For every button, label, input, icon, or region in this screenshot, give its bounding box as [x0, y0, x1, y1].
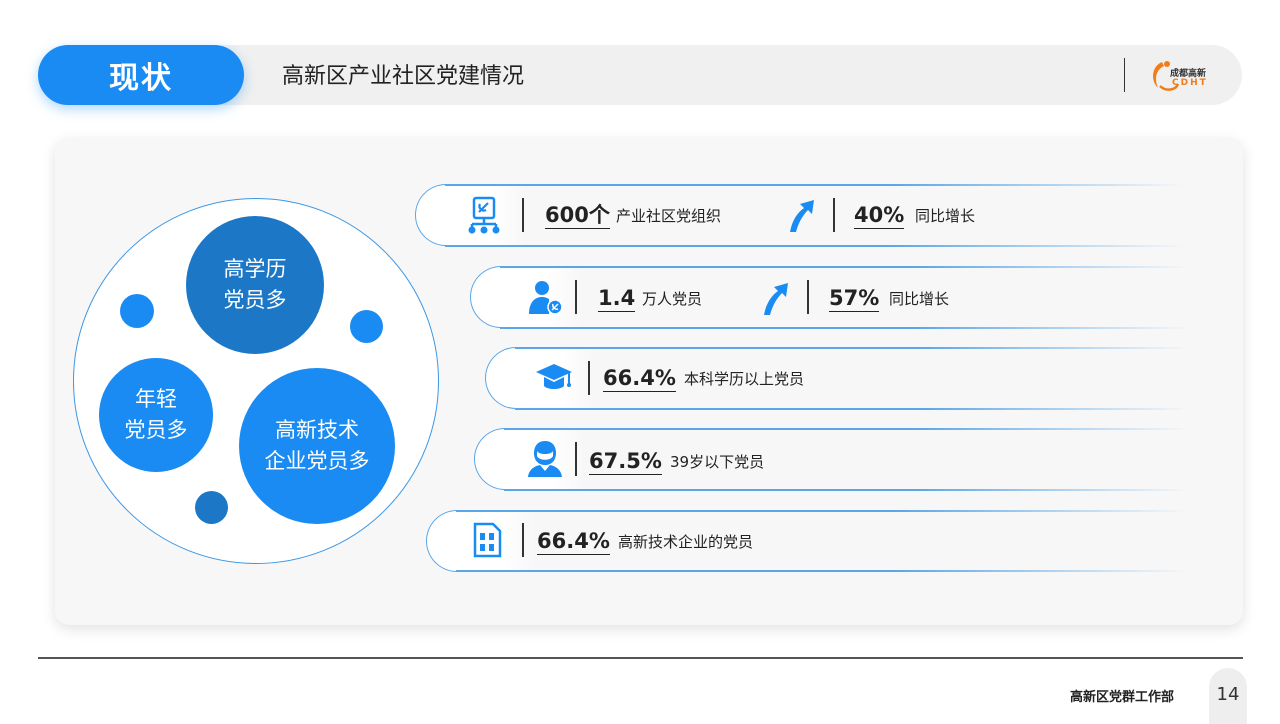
row-value: 67.5%: [589, 449, 662, 475]
row-separator: [588, 361, 590, 395]
bubble-tech-line1: 高新技术: [275, 418, 359, 442]
growth-label: 同比增长: [915, 207, 976, 225]
row-line: [515, 408, 1190, 410]
section-badge: 现状: [38, 45, 244, 105]
footer-divider: [38, 657, 1243, 659]
person-icon: [528, 441, 562, 477]
header-divider: [1124, 58, 1125, 92]
row-separator: [575, 442, 577, 476]
row-label: 产业社区党组织: [616, 207, 722, 225]
growth-value: 57%: [829, 286, 880, 312]
bubble-young: 年轻 党员多: [99, 358, 213, 472]
row-value: 600个: [545, 203, 610, 229]
small-dot: [120, 294, 154, 328]
row-separator: [833, 198, 835, 232]
row-value: 66.4%: [537, 529, 610, 555]
graduation-cap-icon: [536, 364, 572, 389]
row-line: [504, 489, 1190, 491]
row-value: 66.4%: [603, 366, 676, 392]
row-separator: [522, 523, 524, 557]
chip-icon: [473, 522, 502, 558]
bubble-young-line2: 党员多: [124, 418, 188, 442]
row-separator: [522, 198, 524, 232]
bubble-tech-line2: 企业党员多: [264, 449, 370, 473]
row-label: 本科学历以上党员: [684, 370, 805, 388]
row-line: [515, 347, 1190, 349]
small-dot: [195, 491, 228, 524]
row-line: [500, 327, 1190, 329]
bubble-education-line1: 高学历: [223, 257, 287, 281]
row-line: [456, 510, 1186, 512]
row-value: 1.4: [598, 286, 636, 312]
row-label: 39岁以下党员: [670, 453, 765, 471]
bubble-education: 高学历 党员多: [186, 216, 324, 354]
row-line: [445, 245, 1185, 247]
bubble-education-line2: 党员多: [223, 288, 287, 312]
growth-label: 同比增长: [889, 290, 950, 308]
page-title: 高新区产业社区党建情况: [282, 64, 525, 89]
growth-value: 40%: [854, 203, 905, 229]
cdht-logo: 成都高新 CDHT: [1148, 56, 1212, 94]
party-org-icon: [468, 196, 500, 234]
row-line: [445, 184, 1185, 186]
row-label: 万人党员: [642, 290, 703, 308]
bubble-young-line1: 年轻: [135, 387, 177, 411]
bubble-tech: 高新技术 企业党员多: [239, 368, 395, 524]
page-number: 14: [1216, 684, 1240, 705]
row-line: [456, 570, 1186, 572]
row-label: 高新技术企业的党员: [618, 533, 754, 551]
row-separator: [575, 280, 577, 314]
row-line: [504, 428, 1190, 430]
party-member-icon: [529, 281, 563, 315]
up-arrow-icon: [764, 283, 788, 315]
small-dot: [350, 310, 383, 343]
logo-text-bottom: CDHT: [1172, 78, 1208, 88]
row-line: [500, 266, 1190, 268]
department-name: 高新区党群工作部: [1070, 690, 1175, 705]
row-separator: [807, 280, 809, 314]
up-arrow-icon: [790, 200, 814, 232]
